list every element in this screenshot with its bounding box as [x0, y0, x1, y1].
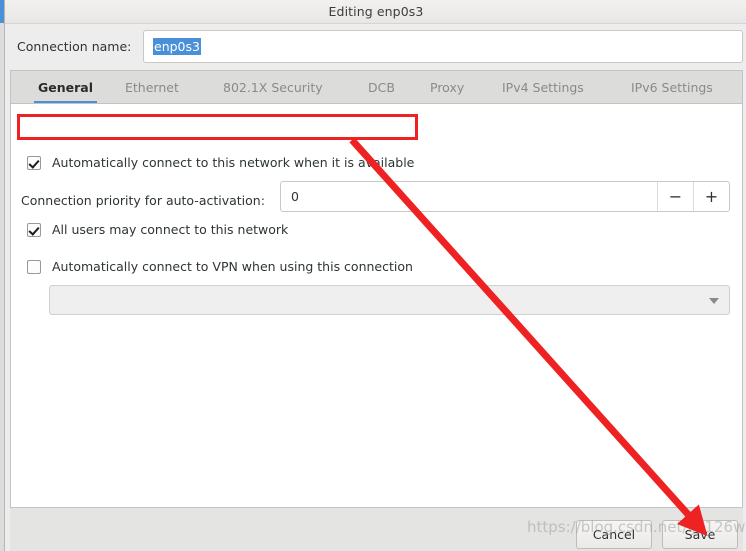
connection-name-value: enp0s3 — [153, 38, 201, 55]
tab-general[interactable]: General — [29, 71, 102, 104]
priority-increment-button[interactable]: + — [693, 182, 729, 211]
auto-connect-checkbox[interactable] — [27, 156, 41, 170]
settings-notebook: General Ethernet 802.1X Security DCB Pro… — [10, 70, 743, 508]
auto-connect-vpn-checkbox[interactable] — [27, 260, 41, 274]
priority-decrement-button[interactable]: − — [657, 182, 693, 211]
all-users-label: All users may connect to this network — [51, 222, 289, 237]
all-users-checkbox[interactable] — [27, 223, 41, 237]
connection-priority-spinner[interactable]: 0 − + — [280, 181, 730, 212]
vpn-connection-dropdown[interactable] — [49, 285, 730, 315]
tab-ipv6-settings[interactable]: IPv6 Settings — [622, 71, 722, 104]
auto-connect-vpn-checkbox-row[interactable]: Automatically connect to VPN when using … — [27, 259, 413, 274]
connection-priority-value[interactable]: 0 — [281, 182, 657, 211]
auto-connect-label: Automatically connect to this network wh… — [51, 155, 415, 170]
auto-connect-checkbox-row[interactable]: Automatically connect to this network wh… — [27, 155, 414, 170]
tab-dcb[interactable]: DCB — [359, 71, 404, 104]
window-title: Editing enp0s3 — [328, 4, 424, 19]
tab-proxy[interactable]: Proxy — [421, 71, 473, 104]
titlebar: Editing enp0s3 — [5, 0, 746, 24]
tab-802-1x-security[interactable]: 802.1X Security — [214, 71, 332, 104]
tab-page-general: Automatically connect to this network wh… — [10, 103, 743, 508]
save-button[interactable]: Save — [662, 520, 738, 549]
connection-name-input[interactable]: enp0s3 — [143, 30, 743, 63]
dialog: Editing enp0s3 Connection name: enp0s3 G… — [4, 0, 746, 551]
dialog-footer: Cancel Save — [10, 508, 743, 551]
tab-ipv4-settings[interactable]: IPv4 Settings — [493, 71, 593, 104]
connection-name-label: Connection name: — [17, 39, 132, 54]
cancel-button[interactable]: Cancel — [576, 520, 652, 549]
tab-ethernet[interactable]: Ethernet — [116, 71, 188, 104]
tab-strip: General Ethernet 802.1X Security DCB Pro… — [10, 70, 743, 104]
editing-connection-window: Editing enp0s3 Connection name: enp0s3 G… — [0, 0, 746, 551]
chevron-down-icon — [709, 298, 719, 304]
connection-priority-label: Connection priority for auto-activation: — [21, 193, 265, 208]
auto-connect-vpn-label: Automatically connect to VPN when using … — [51, 259, 413, 274]
connection-name-row: Connection name: enp0s3 — [9, 30, 743, 64]
all-users-checkbox-row[interactable]: All users may connect to this network — [27, 222, 288, 237]
